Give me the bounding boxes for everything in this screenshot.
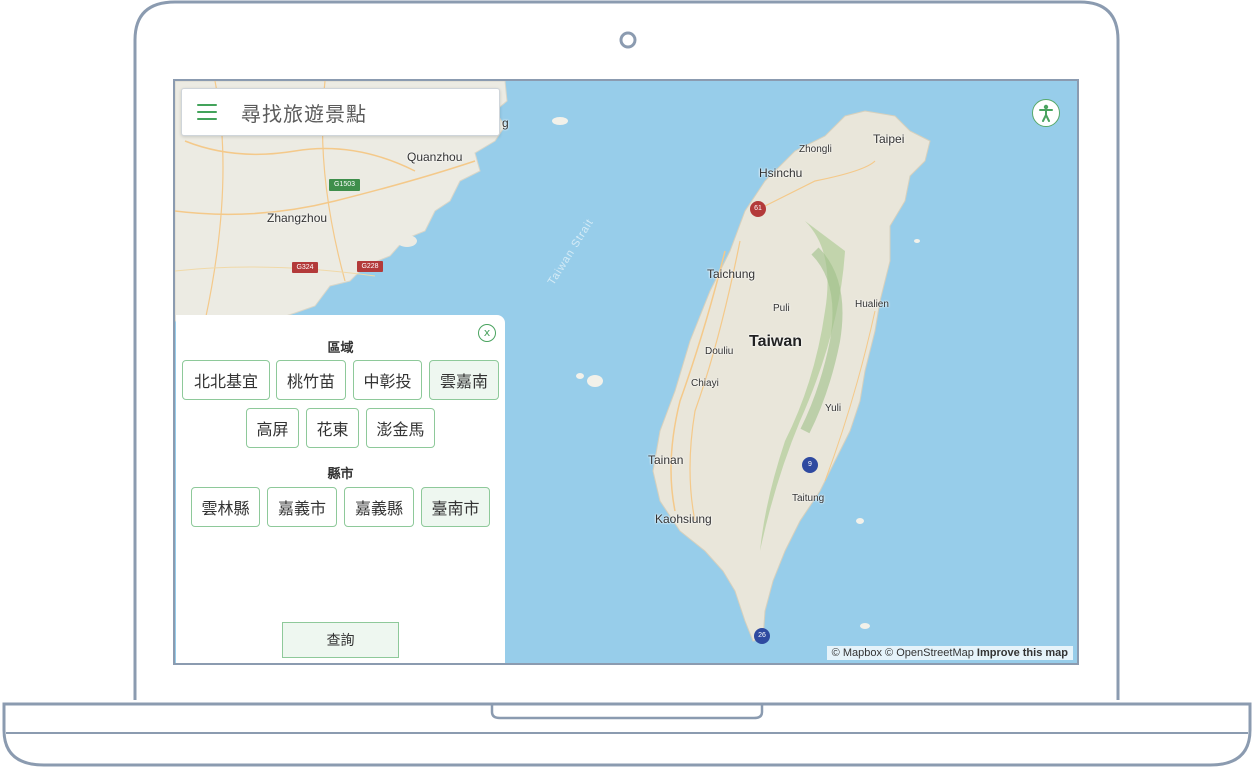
map-label-zhangzhou: Zhangzhou <box>267 211 328 225</box>
region-chip-taipei[interactable]: 北北基宜 <box>182 360 270 400</box>
map-label-taipei: Taipei <box>873 132 905 146</box>
road-shield-g228: G228 <box>357 261 383 272</box>
map-label-partial: g <box>502 116 509 130</box>
attribution-mapbox[interactable]: © Mapbox <box>832 647 882 659</box>
map-label-hsinchu: Hsinchu <box>759 166 803 180</box>
map-label-hualien: Hualien <box>855 299 889 310</box>
map-attribution: © Mapbox © OpenStreetMap Improve this ma… <box>826 646 1073 660</box>
region-chip-outer-islands[interactable]: 澎金馬 <box>366 408 435 448</box>
road-shield-61: 61 <box>750 201 766 217</box>
region-label: 區域 <box>327 341 354 356</box>
road-shield-26: 26 <box>754 628 770 644</box>
map-label-kaohsiung: Kaohsiung <box>655 512 712 526</box>
improve-map-link[interactable]: Improve this map <box>977 647 1068 659</box>
region-chip-taichung[interactable]: 中彰投 <box>353 360 422 400</box>
map-label-chiayi: Chiayi <box>691 378 719 389</box>
map-label-yuli: Yuli <box>825 403 842 414</box>
map-label-taichung: Taichung <box>707 267 756 281</box>
map-label-zhongli: Zhongli <box>799 144 832 155</box>
map-label-tainan: Tainan <box>648 453 684 467</box>
county-label: 縣市 <box>327 467 354 482</box>
map-label-taitung: Taitung <box>792 493 825 504</box>
search-title[interactable]: 尋找旅遊景點 <box>241 98 367 127</box>
county-chip-chiayi-city[interactable]: 嘉義市 <box>267 487 337 527</box>
map-label-puli: Puli <box>773 303 790 314</box>
filter-panel: x 區域 北北基宜 桃竹苗 中彰投 雲嘉南 高屏 花東 澎金馬 縣市 雲林縣 嘉… <box>176 315 505 663</box>
map-screen[interactable]: Quanzhou Zhangzhou g Taipei Zhongli Hsin… <box>173 79 1079 665</box>
county-chip-chiayi-county[interactable]: 嘉義縣 <box>344 487 414 527</box>
road-shield-g1503: G1503 <box>329 179 360 191</box>
region-chip-huadong[interactable]: 花東 <box>306 408 359 448</box>
query-button[interactable]: 查詢 <box>282 622 399 658</box>
region-chip-yunjianan[interactable]: 雲嘉南 <box>429 360 499 400</box>
search-bar[interactable]: 尋找旅遊景點 <box>181 88 500 136</box>
accessibility-icon[interactable] <box>1032 99 1060 127</box>
region-chip-taoyuan[interactable]: 桃竹苗 <box>276 360 346 400</box>
road-shield-9: 9 <box>802 457 818 473</box>
county-chip-yunlin[interactable]: 雲林縣 <box>191 487 260 527</box>
map-label-douliu: Douliu <box>705 346 734 357</box>
map-label-taiwan: Taiwan <box>749 333 803 350</box>
hamburger-menu-icon[interactable] <box>197 104 217 120</box>
road-shield-g324: G324 <box>292 262 318 273</box>
region-chip-kaoping[interactable]: 高屏 <box>246 408 299 448</box>
attribution-osm[interactable]: © OpenStreetMap <box>885 647 974 659</box>
county-chip-tainan[interactable]: 臺南市 <box>421 487 490 527</box>
map-label-quanzhou: Quanzhou <box>407 150 463 164</box>
